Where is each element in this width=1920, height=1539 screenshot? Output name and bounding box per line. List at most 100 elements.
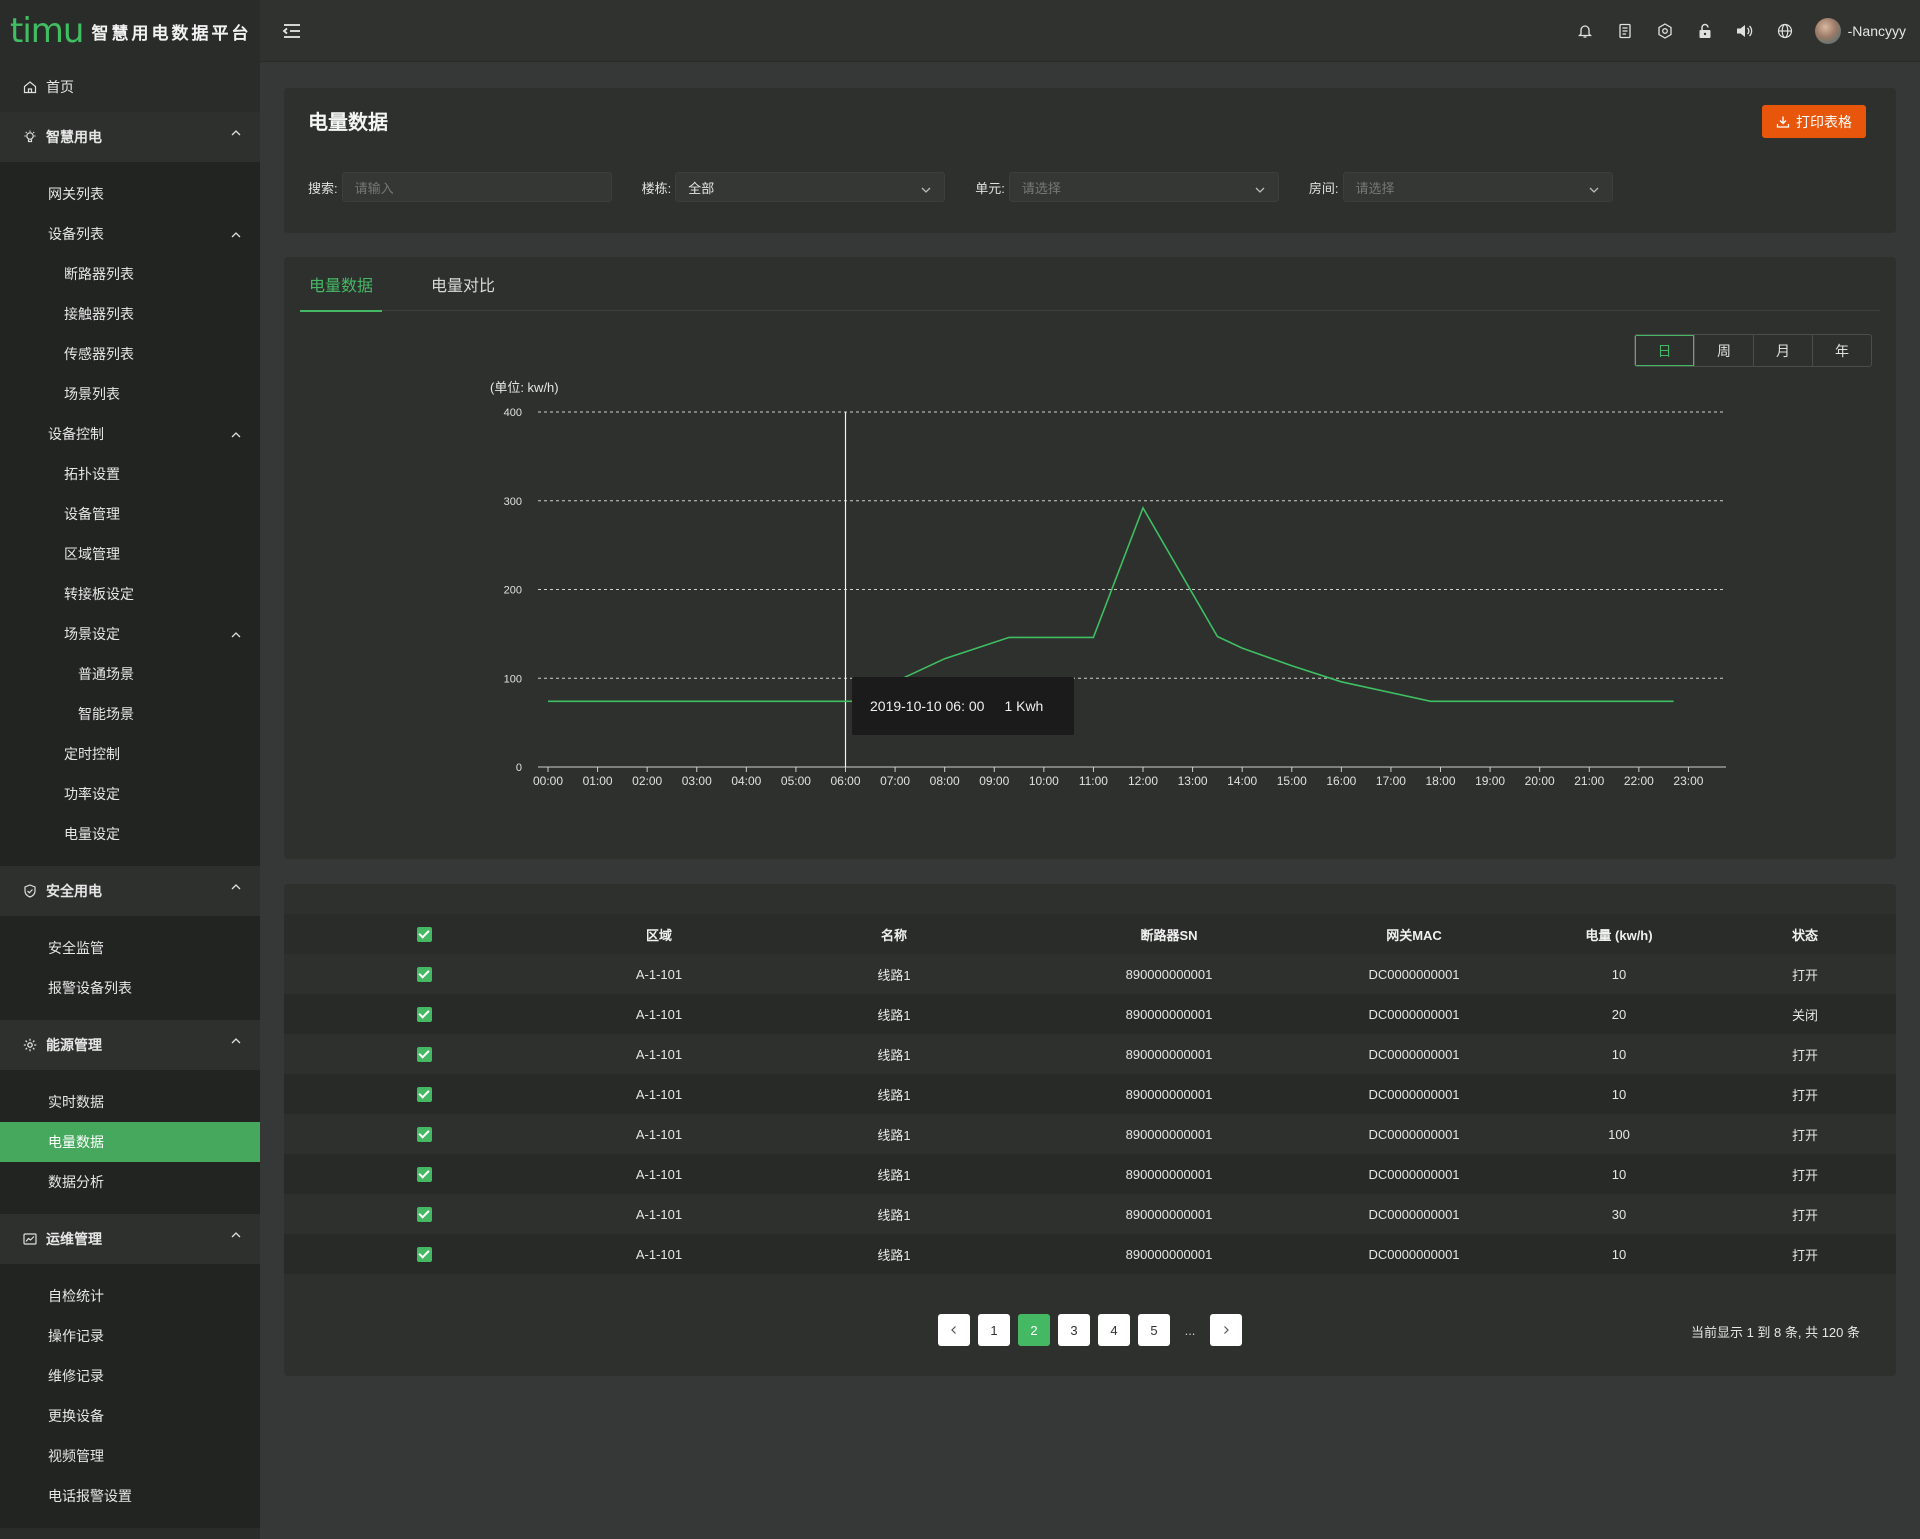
table-cell: 线路1	[754, 1074, 1034, 1114]
document-icon[interactable]	[1605, 0, 1645, 62]
avatar[interactable]	[1814, 18, 1841, 44]
sidebar-item-scene-setting[interactable]: 场景设定	[0, 614, 260, 654]
column-header: 断路器SN	[1034, 914, 1304, 954]
sidebar-item-replace-device[interactable]: 更换设备	[0, 1396, 260, 1436]
sidebar-item-sensor-list[interactable]: 传感器列表	[0, 334, 260, 374]
prev-page-button[interactable]	[938, 1314, 970, 1346]
page-button-3[interactable]: 3	[1058, 1314, 1090, 1346]
sidebar-group-energy[interactable]: 能源管理	[0, 1020, 260, 1070]
page-button-4[interactable]: 4	[1098, 1314, 1130, 1346]
chevron-up-icon	[230, 428, 242, 444]
page-button-2[interactable]: 2	[1018, 1314, 1050, 1346]
search-input[interactable]: 请输入	[341, 172, 612, 202]
table-cell: 890000000001	[1034, 1194, 1304, 1234]
table-row[interactable]: A-1-101 线路1 890000000001 DC0000000001 10 打开	[284, 1074, 1896, 1114]
row-checkbox[interactable]	[416, 1167, 432, 1183]
row-checkbox-cell[interactable]	[284, 1114, 564, 1154]
sidebar-item-label: 接触器列表	[64, 306, 134, 322]
table-cell: 10	[1524, 1074, 1714, 1114]
y-tick-label: 400	[504, 407, 522, 419]
print-table-button[interactable]: 打印表格	[1762, 105, 1866, 138]
table-cell: DC0000000001	[1304, 1234, 1524, 1274]
y-tick-label: 300	[504, 496, 522, 508]
globe-icon[interactable]	[1765, 0, 1805, 62]
table-row[interactable]: A-1-101 线路1 890000000001 DC0000000001 10 打开	[284, 954, 1896, 994]
room-select[interactable]: 请选择	[1342, 172, 1613, 202]
table-row[interactable]: A-1-101 线路1 890000000001 DC0000000001 10 打开	[284, 1234, 1896, 1274]
sidebar-group-ops[interactable]: 运维管理	[0, 1214, 260, 1264]
sidebar-item-area-manage[interactable]: 区域管理	[0, 534, 260, 574]
sidebar-item-energy-data[interactable]: 电量数据	[0, 1122, 260, 1162]
page-ellipsis: ...	[1184, 1322, 1196, 1338]
select-all-checkbox-cell[interactable]	[284, 914, 564, 954]
sidebar-item-topology[interactable]: 拓扑设置	[0, 454, 260, 494]
row-checkbox-cell[interactable]	[284, 1194, 564, 1234]
row-checkbox[interactable]	[416, 1127, 432, 1143]
unit-select[interactable]: 请选择	[1008, 172, 1279, 202]
sidebar-item-repair-log[interactable]: 维修记录	[0, 1356, 260, 1396]
print-button-label: 打印表格	[1796, 113, 1852, 130]
sidebar-item-phone-alarm[interactable]: 电话报警设置	[0, 1476, 260, 1516]
next-page-button[interactable]	[1210, 1314, 1242, 1346]
table-row[interactable]: A-1-101 线路1 890000000001 DC0000000001 30 打开	[284, 1194, 1896, 1234]
bell-icon[interactable]	[1565, 0, 1605, 62]
table-row[interactable]: A-1-101 线路1 890000000001 DC0000000001 10 打开	[284, 1154, 1896, 1194]
row-checkbox-cell[interactable]	[284, 1154, 564, 1194]
sidebar-item-breaker-list[interactable]: 断路器列表	[0, 254, 260, 294]
select-all-checkbox[interactable]	[416, 927, 432, 943]
sidebar-item-gateway-list[interactable]: 网关列表	[0, 174, 260, 214]
table-row[interactable]: A-1-101 线路1 890000000001 DC0000000001 100 打开	[284, 1114, 1896, 1154]
volume-icon[interactable]	[1725, 0, 1765, 62]
row-checkbox[interactable]	[416, 1007, 432, 1023]
sidebar-item-scene-list[interactable]: 场景列表	[0, 374, 260, 414]
sidebar-item-device-control[interactable]: 设备控制	[0, 414, 260, 454]
sidebar-item-self-check[interactable]: 自检统计	[0, 1276, 260, 1316]
sidebar-item-alarm-devices[interactable]: 报警设备列表	[0, 968, 260, 1008]
table-cell: 线路1	[754, 1154, 1034, 1194]
pagination-info: 当前显示 1 到 8 条, 共 120 条	[1690, 1325, 1860, 1340]
table-cell: 线路1	[754, 1234, 1034, 1274]
sidebar-group-safety[interactable]: 安全用电	[0, 866, 260, 916]
row-checkbox-cell[interactable]	[284, 954, 564, 994]
x-tick-label: 20:00	[1525, 774, 1555, 788]
sidebar-item-device-manage[interactable]: 设备管理	[0, 494, 260, 534]
sidebar-item-operation-log[interactable]: 操作记录	[0, 1316, 260, 1356]
sidebar-item-data-analysis[interactable]: 数据分析	[0, 1162, 260, 1202]
lock-icon[interactable]	[1685, 0, 1725, 62]
row-checkbox[interactable]	[416, 1087, 432, 1103]
sidebar-item-adapter-board[interactable]: 转接板设定	[0, 574, 260, 614]
page-button-1[interactable]: 1	[978, 1314, 1010, 1346]
row-checkbox[interactable]	[416, 1207, 432, 1223]
sidebar-item-video-manage[interactable]: 视频管理	[0, 1436, 260, 1476]
sidebar-item-realtime-data[interactable]: 实时数据	[0, 1082, 260, 1122]
username[interactable]: -Nancyyy	[1848, 23, 1906, 39]
settings-icon[interactable]	[1645, 0, 1685, 62]
row-checkbox-cell[interactable]	[284, 1074, 564, 1114]
sidebar-group-smart[interactable]: 智慧用电	[0, 112, 260, 162]
menu-toggle-icon[interactable]	[282, 21, 302, 41]
sidebar-item-timer-control[interactable]: 定时控制	[0, 734, 260, 774]
row-checkbox[interactable]	[416, 967, 432, 983]
sidebar-item-normal-scene[interactable]: 普通场景	[0, 654, 260, 694]
column-header: 名称	[754, 914, 1034, 954]
x-tick-label: 06:00	[830, 774, 860, 788]
sidebar-item-smart-scene[interactable]: 智能场景	[0, 694, 260, 734]
y-tick-label: 200	[504, 585, 522, 597]
sidebar-item-energy-setting[interactable]: 电量设定	[0, 814, 260, 854]
row-checkbox[interactable]	[416, 1047, 432, 1063]
sidebar-item-home[interactable]: 首页	[0, 62, 260, 112]
sidebar-item-label: 转接板设定	[64, 586, 134, 602]
table-row[interactable]: A-1-101 线路1 890000000001 DC0000000001 10 打开	[284, 1034, 1896, 1074]
row-checkbox[interactable]	[416, 1247, 432, 1263]
sidebar-item-device-list[interactable]: 设备列表	[0, 214, 260, 254]
row-checkbox-cell[interactable]	[284, 994, 564, 1034]
sidebar-item-safety-monitor[interactable]: 安全监管	[0, 928, 260, 968]
building-select[interactable]: 全部	[675, 172, 946, 202]
row-checkbox-cell[interactable]	[284, 1034, 564, 1074]
chart-tooltip: 2019-10-10 06: 00 1 Kwh	[852, 677, 1074, 735]
sidebar-item-power-setting[interactable]: 功率设定	[0, 774, 260, 814]
table-row[interactable]: A-1-101 线路1 890000000001 DC0000000001 20 关闭	[284, 994, 1896, 1034]
sidebar-item-contactor-list[interactable]: 接触器列表	[0, 294, 260, 334]
page-button-5[interactable]: 5	[1138, 1314, 1170, 1346]
row-checkbox-cell[interactable]	[284, 1234, 564, 1274]
